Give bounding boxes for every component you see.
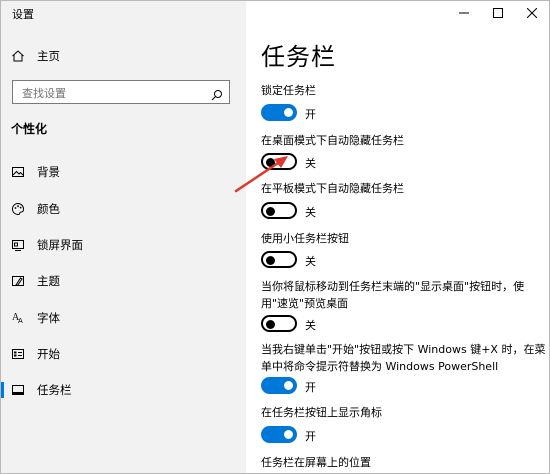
setting-label-small-buttons: 使用小任务栏按钮 bbox=[261, 232, 349, 245]
sidebar-item-lock-screen[interactable]: 锁屏界面 bbox=[1, 230, 246, 260]
app-title: 设置 bbox=[12, 8, 34, 21]
sidebar-item-label: 开始 bbox=[37, 347, 60, 361]
search-input[interactable]: 查找设置 bbox=[12, 80, 230, 104]
toggle-knob bbox=[284, 381, 293, 390]
settings-window: 设置 主页 查找设置 个性化 背景 颜色 锁屏界面 主题 A A 字体 开始 任… bbox=[0, 0, 550, 474]
sidebar-item-background[interactable]: 背景 bbox=[1, 157, 246, 187]
sidebar-item-label: 颜色 bbox=[37, 202, 60, 216]
search-placeholder: 查找设置 bbox=[22, 87, 66, 100]
sidebar-item-label: 字体 bbox=[37, 311, 60, 325]
home-icon bbox=[11, 49, 25, 63]
start-icon bbox=[11, 347, 25, 361]
setting-label-peek: 当你将鼠标移动到任务栏末端的"显示桌面"按钮时，使用"速览"预览桌面 bbox=[261, 280, 525, 310]
sidebar-item-home[interactable]: 主页 bbox=[1, 41, 246, 71]
svg-text:A: A bbox=[18, 318, 23, 325]
taskbar-icon bbox=[11, 383, 25, 397]
toggle-state-label: 关 bbox=[305, 319, 316, 332]
main-panel: 任务栏 锁定任务栏 开 在桌面模式下自动隐藏任务栏 关 在平板模式下自动隐藏任务… bbox=[246, 1, 549, 473]
search-icon bbox=[211, 86, 223, 101]
minimize-icon bbox=[459, 12, 469, 14]
setting-label-powershell: 当我右键单击"开始"按钮或按下 Windows 键+X 时，在菜单中将命令提示符… bbox=[261, 343, 546, 373]
close-button[interactable] bbox=[520, 4, 544, 22]
toggle-state-label: 关 bbox=[305, 255, 316, 268]
toggle-state-label: 开 bbox=[305, 381, 316, 394]
close-icon bbox=[527, 8, 537, 18]
small-buttons-toggle[interactable] bbox=[261, 251, 297, 268]
annotation-arrow-icon bbox=[234, 156, 288, 193]
sidebar-item-themes[interactable]: 主题 bbox=[1, 266, 246, 296]
toggle-knob bbox=[266, 255, 275, 265]
sidebar-item-taskbar[interactable]: 任务栏 bbox=[1, 375, 246, 405]
sidebar-item-colors[interactable]: 颜色 bbox=[1, 194, 246, 224]
powershell-toggle[interactable] bbox=[261, 377, 297, 394]
peek-toggle[interactable] bbox=[261, 315, 297, 332]
setting-label-lock-taskbar: 锁定任务栏 bbox=[261, 84, 316, 97]
setting-label-autohide-tablet: 在平板模式下自动隐藏任务栏 bbox=[261, 182, 404, 195]
taskbar-location-heading: 任务栏在屏幕上的位置 bbox=[261, 456, 371, 469]
sidebar-item-fonts[interactable]: AA 字体 bbox=[1, 303, 246, 333]
setting-label-badges: 在任务栏按钮上显示角标 bbox=[261, 406, 382, 419]
sidebar: 设置 主页 查找设置 个性化 背景 颜色 锁屏界面 主题 A A 字体 开始 任… bbox=[1, 1, 246, 473]
sidebar-item-start[interactable]: 开始 bbox=[1, 339, 246, 369]
toggle-knob bbox=[266, 206, 275, 216]
toggle-state-label: 开 bbox=[305, 108, 316, 121]
badges-toggle[interactable] bbox=[261, 426, 297, 443]
lock-screen-icon bbox=[11, 238, 25, 252]
lock-taskbar-toggle[interactable] bbox=[261, 104, 297, 121]
section-title: 个性化 bbox=[11, 122, 48, 136]
autohide-tablet-toggle[interactable] bbox=[261, 202, 297, 219]
sidebar-item-home-label: 主页 bbox=[37, 49, 60, 63]
sidebar-item-label: 背景 bbox=[37, 165, 60, 179]
setting-label-autohide-desktop: 在桌面模式下自动隐藏任务栏 bbox=[261, 134, 404, 147]
toggle-state-label: 关 bbox=[305, 157, 316, 170]
maximize-button[interactable] bbox=[486, 4, 510, 22]
toggle-knob bbox=[284, 108, 293, 117]
toggle-knob bbox=[284, 430, 293, 439]
picture-icon bbox=[11, 165, 25, 179]
sidebar-item-label: 锁屏界面 bbox=[37, 238, 83, 252]
page-title: 任务栏 bbox=[261, 43, 336, 71]
sidebar-item-label: 主题 bbox=[37, 274, 60, 288]
toggle-knob bbox=[266, 319, 275, 329]
toggle-state-label: 关 bbox=[305, 206, 316, 219]
font-icon: AA bbox=[11, 311, 25, 325]
theme-icon bbox=[11, 274, 25, 288]
toggle-state-label: 开 bbox=[305, 430, 316, 443]
sidebar-item-label: 任务栏 bbox=[37, 383, 72, 397]
palette-icon bbox=[11, 202, 25, 216]
maximize-icon bbox=[493, 8, 503, 18]
minimize-button[interactable] bbox=[452, 4, 476, 22]
